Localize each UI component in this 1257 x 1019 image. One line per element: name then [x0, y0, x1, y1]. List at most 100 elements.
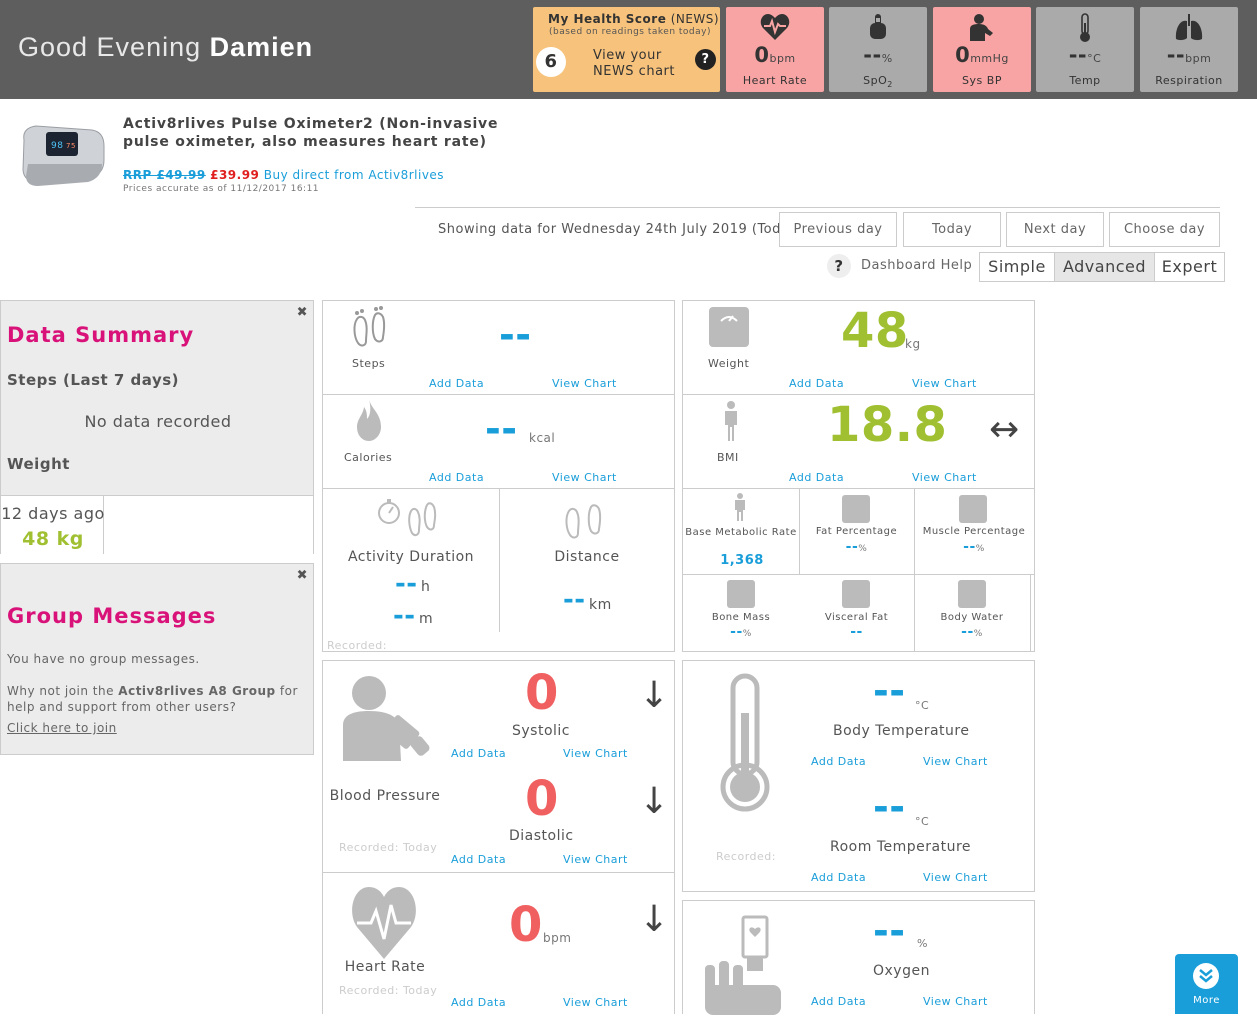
blood-pressure-card[interactable]: Blood Pressure Recorded: Today 0 ↓ Systo…	[322, 660, 675, 873]
buy-link[interactable]: Buy direct from Activ8rlives	[264, 168, 444, 182]
minutes-unit: m	[419, 611, 434, 627]
view-chart-link[interactable]: View Chart	[912, 377, 977, 390]
vital-tile-heart-rate[interactable]: 0bpm Heart Rate	[726, 7, 824, 92]
scale-icon	[958, 580, 986, 608]
help-icon[interactable]: ?	[695, 49, 716, 70]
summary-title: Data Summary	[7, 323, 195, 347]
scale-icon	[727, 580, 755, 608]
down-arrow-icon: ↓	[639, 781, 670, 822]
scale-icon	[842, 495, 870, 523]
previous-day-button[interactable]: Previous day	[779, 212, 897, 247]
divider	[415, 207, 1220, 208]
weight-value: 48	[841, 303, 909, 359]
add-data-link[interactable]: Add Data	[811, 755, 866, 768]
svg-text:75: 75	[66, 142, 76, 150]
vital-tile-respiration[interactable]: --bpm Respiration	[1140, 7, 1238, 92]
heart-rate-unit: bpm	[543, 931, 572, 945]
body-water-cell[interactable]: Body Water --%	[914, 574, 1030, 652]
finger-clip-icon	[829, 13, 927, 43]
news-title: My Health Score	[548, 12, 667, 26]
visceral-fat-cell[interactable]: Visceral Fat --	[799, 574, 914, 652]
bmr-cell[interactable]: Base Metabolic Rate 1,368	[683, 489, 799, 574]
heart-rate-card[interactable]: Heart Rate Recorded: Today 0 bpm ↓ Add D…	[322, 872, 675, 1014]
weight-card[interactable]: Weight 48 kg Add Data View Chart	[682, 300, 1035, 395]
close-icon[interactable]: ✖	[297, 568, 308, 583]
diastolic-label: Diastolic	[509, 828, 574, 844]
add-data-link[interactable]: Add Data	[429, 377, 484, 390]
view-chart-link[interactable]: View Chart	[912, 471, 977, 484]
view-chart-link[interactable]: View Chart	[923, 871, 988, 884]
today-button[interactable]: Today	[903, 212, 1001, 247]
steps-card[interactable]: Steps -- Add Data View Chart	[322, 300, 675, 395]
choose-day-button[interactable]: Choose day	[1109, 212, 1220, 247]
mode-expert[interactable]: Expert	[1155, 253, 1224, 281]
add-data-link[interactable]: Add Data	[451, 996, 506, 1009]
activity-card[interactable]: Activity Duration -- h -- m Distance -- …	[322, 488, 675, 652]
weight-when: 12 days ago	[1, 504, 105, 523]
add-data-link[interactable]: Add Data	[451, 853, 506, 866]
stopwatch-footprints-icon	[375, 495, 445, 547]
temp-unit: °C	[915, 699, 930, 712]
bone-value: --	[730, 624, 743, 640]
vital-unit: mmHg	[970, 52, 1009, 65]
fat-cell[interactable]: Fat Percentage --%	[799, 489, 914, 574]
vital-tile-sys-bp[interactable]: 0mmHg Sys BP	[933, 7, 1031, 92]
add-data-link[interactable]: Add Data	[451, 747, 506, 760]
fat-value: --	[845, 539, 859, 555]
vital-value: --	[1166, 43, 1186, 67]
bmi-card[interactable]: BMI 18.8 ↔ Add Data View Chart	[682, 394, 1035, 489]
calories-unit: kcal	[529, 431, 556, 445]
vital-label: Heart Rate	[742, 74, 808, 87]
add-data-link[interactable]: Add Data	[811, 871, 866, 884]
mode-advanced[interactable]: Advanced	[1055, 253, 1155, 281]
oxygen-value: --	[873, 909, 906, 953]
add-data-link[interactable]: Add Data	[789, 377, 844, 390]
product-image[interactable]: 98 75	[18, 120, 108, 192]
vital-tile-spo2[interactable]: --% SpO2	[829, 7, 927, 92]
temperature-card[interactable]: Recorded: -- °C Body Temperature Add Dat…	[682, 660, 1035, 892]
news-score-card[interactable]: My Health Score (NEWS) (based on reading…	[533, 7, 720, 92]
vital-unit: °C	[1087, 52, 1102, 65]
dashboard-help-link[interactable]: Dashboard Help	[861, 258, 972, 273]
close-icon[interactable]: ✖	[297, 305, 308, 320]
more-button[interactable]: More	[1175, 954, 1238, 1014]
group-title: Group Messages	[7, 604, 217, 628]
calories-card[interactable]: Calories -- kcal Add Data View Chart	[322, 394, 675, 489]
bone-mass-cell[interactable]: Bone Mass --%	[683, 574, 799, 652]
distance-unit: km	[589, 597, 612, 613]
add-data-link[interactable]: Add Data	[429, 471, 484, 484]
view-chart-link[interactable]: View Chart	[552, 377, 617, 390]
mode-simple[interactable]: Simple	[980, 253, 1055, 281]
add-data-link[interactable]: Add Data	[789, 471, 844, 484]
thermometer-icon	[715, 673, 775, 817]
blood-pressure-label: Blood Pressure	[329, 788, 441, 804]
systolic-value: 0	[525, 665, 559, 721]
view-chart-link[interactable]: View Chart	[552, 471, 617, 484]
muscle-cell[interactable]: Muscle Percentage --%	[914, 489, 1034, 574]
vital-value: 0	[955, 43, 971, 67]
view-chart-link[interactable]: View Chart	[563, 853, 628, 866]
view-chart-link[interactable]: View Chart	[563, 747, 628, 760]
news-chart-link[interactable]: View your NEWS chart	[593, 48, 675, 80]
next-day-button[interactable]: Next day	[1006, 212, 1104, 247]
news-title-suffix: (NEWS)	[670, 12, 720, 26]
product-title[interactable]: Activ8rlives Pulse Oximeter2 (Non-invasi…	[123, 115, 498, 151]
dashboard-help-icon[interactable]: ?	[827, 254, 851, 278]
join-group-link[interactable]: Click here to join	[7, 721, 117, 735]
water-value: --	[961, 624, 974, 640]
heart-icon	[351, 883, 417, 963]
vital-tile-temp[interactable]: --°C Temp	[1036, 7, 1134, 92]
view-chart-link[interactable]: View Chart	[563, 996, 628, 1009]
view-chart-link[interactable]: View Chart	[923, 995, 988, 1008]
view-chart-link[interactable]: View Chart	[923, 755, 988, 768]
vital-label: Temp	[1069, 74, 1101, 87]
activity-hours: --	[395, 569, 418, 599]
add-data-link[interactable]: Add Data	[811, 995, 866, 1008]
muscle-value: --	[963, 539, 976, 555]
person-icon	[721, 401, 741, 445]
oxygen-card[interactable]: -- % Oxygen Add Data View Chart	[682, 900, 1035, 1015]
vital-unit: %	[881, 52, 893, 65]
chevron-down-icon	[1193, 963, 1219, 989]
bmi-value: 18.8	[827, 397, 948, 453]
join-text: Why not join the Activ8rlives A8 Group f…	[7, 684, 298, 714]
